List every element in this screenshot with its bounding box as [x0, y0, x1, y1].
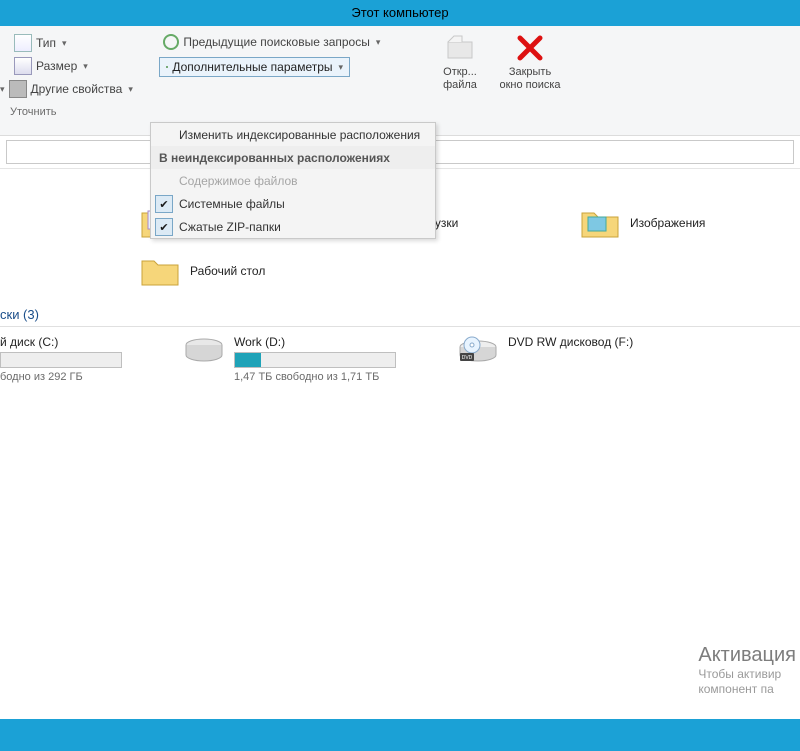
advanced-label: Дополнительные параметры	[172, 60, 332, 74]
menu-zip-folders[interactable]: ✔ Сжатые ZIP-папки	[151, 215, 435, 238]
options-icon	[166, 66, 168, 68]
menu-file-contents: Содержимое файлов	[151, 169, 435, 192]
chevron-down-icon: ▾	[62, 38, 67, 49]
size-label: Размер	[36, 59, 77, 73]
menu-system-files-label: Системные файлы	[179, 197, 285, 211]
activation-watermark: Активация Чтобы активиркомпонент па	[698, 644, 796, 697]
menu-change-indexed-label: Изменить индексированные расположения	[179, 128, 420, 142]
type-label: Тип	[36, 36, 56, 50]
type-filter-button[interactable]: Тип ▾	[10, 32, 71, 54]
chevron-down-icon: ▾	[83, 61, 88, 72]
chevron-down-icon: ▾	[128, 84, 133, 95]
prev-searches-label: Предыдущие поисковые запросы	[183, 35, 370, 49]
hdd-icon	[184, 335, 224, 365]
svg-text:DVD: DVD	[462, 355, 473, 361]
window-title: Этот компьютер	[351, 5, 448, 20]
folder-desktop-label: Рабочий стол	[190, 264, 265, 278]
drive-c-usage-bar	[0, 352, 122, 368]
menu-system-files[interactable]: ✔ Системные файлы	[151, 192, 435, 215]
menu-file-contents-label: Содержимое файлов	[179, 174, 298, 188]
drive-f[interactable]: DVD DVD RW дисковод (F:)	[458, 335, 708, 365]
menu-header-label: В неиндексированных расположениях	[159, 151, 390, 165]
drive-c[interactable]: й диск (C:) бодно из 292 ГБ	[0, 335, 160, 383]
drive-c-name: й диск (C:)	[0, 335, 122, 349]
folder-desktop[interactable]: Рабочий стол	[140, 253, 350, 289]
chevron-down-icon: ▾	[0, 84, 5, 95]
previous-searches-button[interactable]: Предыдущие поисковые запросы ▾	[159, 32, 384, 52]
watermark-line1: Чтобы активир	[698, 667, 781, 681]
drives-section-header: ски (3)	[0, 307, 800, 322]
watermark-title: Активация	[698, 644, 796, 667]
folder-icon	[140, 253, 180, 289]
open-loc-label-2: файла	[443, 79, 477, 91]
check-icon: ✔	[155, 218, 173, 236]
menu-change-indexed[interactable]: Изменить индексированные расположения	[151, 123, 435, 146]
drive-d-name: Work (D:)	[234, 335, 396, 349]
drive-f-name: DVD RW дисковод (F:)	[508, 335, 633, 349]
menu-header: В неиндексированных расположениях	[151, 146, 435, 169]
folder-pictures[interactable]: Изображения	[580, 205, 790, 241]
drive-d[interactable]: Work (D:) 1,47 ТБ свободно из 1,71 ТБ	[184, 335, 434, 383]
advanced-options-menu: Изменить индексированные расположения В …	[150, 122, 436, 239]
close-label-2: окно поиска	[499, 79, 560, 91]
close-label-1: Закрыть	[509, 66, 551, 78]
close-icon	[514, 32, 546, 64]
folder-pictures-icon	[580, 205, 620, 241]
taskbar[interactable]	[0, 719, 800, 751]
title-bar: Этот компьютер	[0, 0, 800, 26]
close-search-button[interactable]: Закрытьокно поиска	[475, 32, 585, 92]
open-loc-label-1: Откр...	[443, 66, 477, 78]
drive-d-usage-bar	[234, 352, 396, 368]
drive-d-free: 1,47 ТБ свободно из 1,71 ТБ	[234, 371, 396, 383]
advanced-options-button[interactable]: Дополнительные параметры ▾	[159, 57, 350, 77]
properties-icon	[9, 80, 27, 98]
drive-c-free: бодно из 292 ГБ	[0, 371, 122, 383]
menu-zip-folders-label: Сжатые ZIP-папки	[179, 220, 281, 234]
ribbon: Тип ▾ Размер ▾ ▾ Другие свойства ▾ Уточн…	[0, 26, 800, 136]
refine-group-label: Уточнить	[10, 106, 150, 118]
watermark-line2: компонент па	[698, 682, 773, 696]
chevron-down-icon: ▾	[339, 62, 344, 73]
folder-open-icon	[444, 32, 476, 64]
size-icon	[14, 57, 32, 75]
chevron-down-icon: ▾	[376, 37, 381, 48]
history-icon	[163, 34, 179, 50]
folder-pictures-label: Изображения	[630, 216, 705, 230]
other-props-label: Другие свойства	[31, 82, 123, 96]
dvd-icon: DVD	[458, 335, 498, 365]
document-icon	[14, 34, 32, 52]
check-icon: ✔	[155, 195, 173, 213]
other-properties-button[interactable]: ▾ Другие свойства ▾	[0, 78, 137, 100]
size-filter-button[interactable]: Размер ▾	[10, 55, 92, 77]
